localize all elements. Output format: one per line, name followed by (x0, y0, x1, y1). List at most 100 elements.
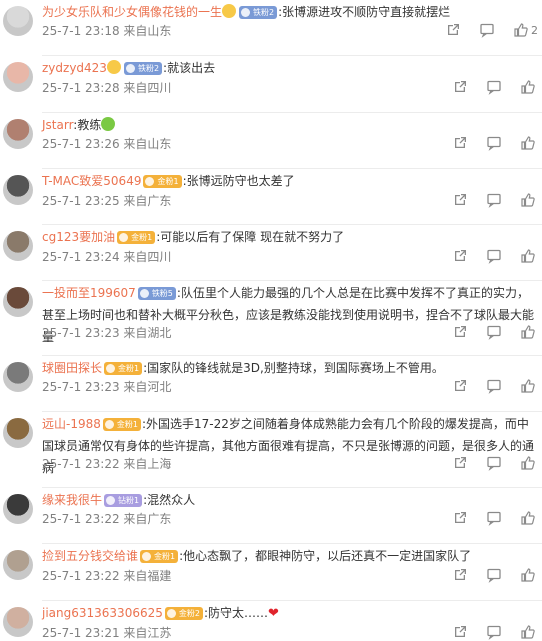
share-button[interactable] (452, 378, 468, 394)
like-button[interactable] (520, 567, 538, 583)
share-button[interactable] (452, 192, 468, 208)
comment-body: cg123要加油 金粉1:可能以后有了保障 现在就不努力了 (42, 226, 534, 248)
share-button[interactable] (452, 135, 468, 151)
reply-button[interactable] (486, 135, 502, 151)
username-link[interactable]: jiang631363306625 (42, 606, 163, 620)
share-icon (455, 250, 466, 261)
comment-text: :可能以后有了保障 现在就不努力了 (156, 230, 345, 244)
share-button[interactable] (452, 248, 468, 264)
like-button[interactable] (520, 135, 538, 151)
fan-badge: 金粉1 (102, 418, 141, 431)
username-link[interactable]: 缘来我很牛 (42, 493, 102, 507)
comment-text: :张博远防守也太差了 (182, 174, 295, 188)
reply-button[interactable] (486, 567, 502, 583)
comment-meta: 25-7-1 23:25 来自广东 (42, 194, 172, 208)
username-link[interactable]: T-MAC致爱50649 (42, 174, 141, 188)
reply-button[interactable] (486, 248, 502, 264)
like-button[interactable] (520, 79, 538, 95)
reply-button[interactable] (486, 324, 502, 340)
avatar[interactable] (3, 550, 33, 580)
comment-item: zydzyd423 铁粉2:就该出去 25-7-1 23:28 来自四川 (0, 56, 542, 113)
like-button[interactable] (520, 510, 538, 526)
fan-badge: 金粉1 (143, 175, 182, 188)
fan-badge: 金粉2 (164, 607, 203, 620)
username-link[interactable]: zydzyd423 (42, 61, 107, 75)
username-link[interactable]: cg123要加油 (42, 230, 115, 244)
comment-item: 一投而至199607 铁粉5:队伍里个人能力最强的几个人总是在比赛中发挥不了真正的… (0, 281, 542, 356)
like-icon (521, 249, 535, 263)
like-button[interactable] (520, 192, 538, 208)
share-button[interactable] (452, 624, 468, 640)
fan-badge: 铁粉2 (123, 62, 163, 75)
like-icon (521, 379, 535, 393)
share-icon (455, 457, 466, 468)
share-icon (455, 194, 466, 205)
avatar[interactable] (3, 175, 33, 205)
avatar[interactable] (3, 418, 33, 448)
username-link[interactable]: 球圈田探长 (42, 361, 102, 375)
fan-badge: 钻粉1 (104, 494, 143, 507)
reply-button[interactable] (486, 624, 502, 640)
comment-text: :他心态飘了，都眼神防守，以后还真不一定进国家队了 (179, 549, 472, 563)
comment-item: 为少女乐队和少女偶像花钱的一生 铁粉2:张博源进攻不顺防守直接就摆烂 25-7-1 … (0, 0, 542, 56)
share-icon (455, 81, 466, 92)
share-button[interactable] (445, 22, 461, 38)
comment-actions (434, 192, 538, 208)
reply-button[interactable] (486, 192, 502, 208)
comment-actions (434, 624, 538, 640)
reply-button[interactable] (486, 510, 502, 526)
share-button[interactable] (452, 324, 468, 340)
avatar[interactable] (3, 362, 33, 392)
like-button[interactable] (520, 455, 538, 471)
comment-meta: 25-7-1 23:21 来自江苏 (42, 626, 172, 640)
comment-body: 缘来我很牛 钻粉1:混然众人 (42, 489, 534, 511)
comment-text: :防守太…… (203, 606, 269, 620)
reply-icon (487, 379, 501, 394)
avatar[interactable] (3, 119, 33, 149)
comment-item: Jstarr:教练 25-7-1 23:26 来自山东 (0, 113, 542, 169)
comment-text: :混然众人 (143, 493, 196, 507)
like-button[interactable] (520, 378, 538, 394)
like-button[interactable] (520, 324, 538, 340)
avatar[interactable] (3, 494, 33, 524)
avatar[interactable] (3, 62, 33, 92)
emoji-icon (101, 117, 116, 131)
share-button[interactable] (452, 567, 468, 583)
avatar[interactable] (3, 287, 33, 317)
comment-list: 为少女乐队和少女偶像花钱的一生 铁粉2:张博源进攻不顺防守直接就摆烂 25-7-1 … (0, 0, 542, 641)
like-button[interactable]: 2 (513, 22, 538, 38)
like-count: 2 (531, 23, 538, 37)
like-icon (521, 136, 535, 150)
like-icon (521, 568, 535, 582)
share-button[interactable] (452, 79, 468, 95)
comment-meta: 25-7-1 23:22 来自福建 (42, 569, 172, 583)
comment-actions: 2 (427, 22, 538, 38)
avatar[interactable] (3, 6, 33, 36)
username-link[interactable]: Jstarr (42, 118, 73, 132)
like-button[interactable] (520, 248, 538, 264)
reply-button[interactable] (486, 455, 502, 471)
avatar[interactable] (3, 231, 33, 261)
like-button[interactable] (520, 624, 538, 640)
comment-text: :就该出去 (163, 61, 216, 75)
avatar[interactable] (3, 607, 33, 637)
reply-button[interactable] (486, 79, 502, 95)
reply-button[interactable] (479, 22, 495, 38)
comment-body: 为少女乐队和少女偶像花钱的一生 铁粉2:张博源进攻不顺防守直接就摆烂 (42, 1, 534, 23)
share-button[interactable] (452, 510, 468, 526)
comment-item: 远山-1988 金粉1:外国选手17-22岁之间随着身体成熟能力会有几个阶段的爆发… (0, 412, 542, 488)
comment-actions (434, 135, 538, 151)
share-icon (455, 326, 466, 337)
like-icon (521, 456, 535, 470)
username-link[interactable]: 为少女乐队和少女偶像花钱的一生 (42, 5, 222, 19)
like-icon (521, 193, 535, 207)
comment-meta: 25-7-1 23:24 来自四川 (42, 250, 172, 264)
comment-actions (434, 567, 538, 583)
like-icon (514, 23, 528, 37)
share-button[interactable] (452, 455, 468, 471)
username-link[interactable]: 捡到五分钱交给谁 (42, 549, 138, 563)
reply-icon (480, 23, 494, 38)
username-link[interactable]: 远山-1988 (42, 417, 101, 431)
reply-button[interactable] (486, 378, 502, 394)
username-link[interactable]: 一投而至199607 (42, 286, 136, 300)
